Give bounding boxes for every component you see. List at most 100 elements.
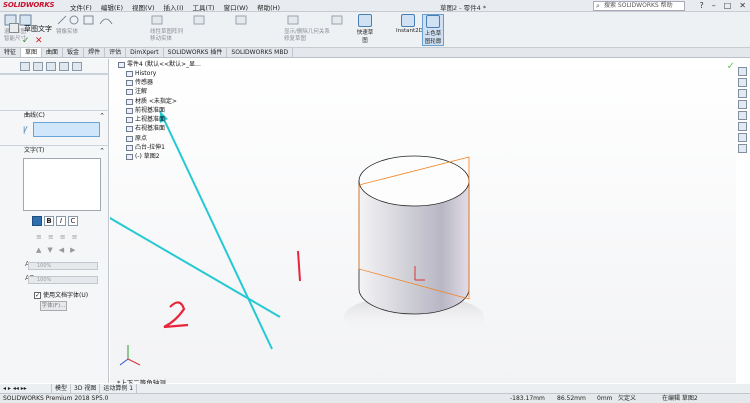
appearances-icon[interactable] [738,111,747,120]
ok-check-icon[interactable]: ✓ [22,36,30,46]
tree-item-right-plane[interactable]: 右视基准面 [126,124,165,133]
maximize-icon[interactable]: □ [724,1,732,10]
tab-mbd[interactable]: SOLIDWORKS MBD [227,48,294,57]
width-factor-input[interactable]: 100% [28,262,98,270]
tree-item-material[interactable]: 材质 <未指定> [126,97,177,106]
flip-vertical-icon[interactable]: ▲ [36,246,41,254]
design-library-icon[interactable] [738,78,747,87]
minimize-icon[interactable]: – [712,1,716,10]
tree-item-origin[interactable]: 原点 [126,134,147,143]
tab-addins[interactable]: SOLIDWORKS 插件 [164,48,228,57]
ribbon-group-patterns[interactable]: 线性草图阵列 移动实体 [150,14,290,46]
tree-item-annotations[interactable]: 注解 [126,87,147,96]
shaded-contours-label: 上色草图轮廓 [424,31,442,45]
bold-button[interactable]: B [44,216,54,226]
close-icon[interactable]: ✕ [739,1,746,10]
tab-evaluate[interactable]: 评估 [105,48,127,57]
tree-item-sensors[interactable]: 传感器 [126,78,153,87]
curves-section-header[interactable]: 曲线(C) ⌃ [0,110,109,120]
ribbon-group-entities[interactable]: 镜像实体 [56,14,146,46]
flip-vertical-alt-icon[interactable]: ▼ [47,246,52,254]
align-right-icon[interactable]: ≡ [60,233,66,241]
chevron-up-icon[interactable]: ⌃ [99,146,105,156]
menu-file[interactable]: 文件(F) [70,2,92,12]
ribbon-group-relations[interactable]: 显示/删除几何关系 修复草图 [284,14,354,46]
task-pane-bar [737,67,749,177]
confirm-check-icon[interactable]: ✓ [727,61,735,72]
plane-icon [126,107,133,114]
ribbon-label-move: 移动实体 [150,36,173,42]
tab-surfaces[interactable]: 曲面 [42,48,64,57]
view-palette-icon[interactable] [738,100,747,109]
help-search-input[interactable]: ⌕ 搜索 SOLIDWORKS 帮助 [593,1,685,11]
dimxpert-tab-icon[interactable] [59,62,69,71]
instant2d-label: Instant2D [396,28,423,34]
rotate-button[interactable]: C [68,216,78,226]
tree-item-label: 注解 [135,88,148,95]
solidworks-resources-icon[interactable] [738,144,747,153]
tab-motion-study[interactable]: 运动算例 1 [100,384,138,393]
tree-item-history[interactable]: History [126,69,156,78]
menu-view[interactable]: 视图(V) [132,2,155,12]
tab-dimxpert[interactable]: DimXpert [126,48,164,57]
menu-window[interactable]: 窗口(W) [224,2,249,12]
menu-help[interactable]: 帮助(H) [257,2,280,12]
spacing-input[interactable]: 100% [28,276,98,284]
tree-item-label: 前视基准面 [135,107,166,114]
material-icon [126,98,133,105]
tab-sheet-metal[interactable]: 钣金 [63,48,85,57]
custom-properties-icon[interactable] [738,122,747,131]
sensor-icon [126,79,133,86]
document-title: 草图2 - 零件4 * [440,4,487,12]
panel-tabs [20,62,82,71]
forum-icon[interactable] [738,133,747,142]
tree-item-sketch2[interactable]: (-) 草图2 [126,152,160,161]
display-manager-tab-icon[interactable] [72,62,82,71]
tree-root[interactable]: 零件4 (默认<<默认>_显... [118,60,201,69]
feature-manager-tab-icon[interactable] [20,62,30,71]
tab-3d-views[interactable]: 3D 视图 [71,384,101,393]
status-mode: 在编辑 草图2 [662,395,698,402]
config-manager-tab-icon[interactable] [46,62,56,71]
property-manager-tab-icon[interactable] [33,62,43,71]
help-icon[interactable]: ? [699,1,703,10]
alignment-toolbar: ≡ ≡ ≡ ≡ [36,233,78,241]
ribbon-label-relations: 显示/删除几何关系 [284,29,330,35]
tab-nav-arrows[interactable]: ◂ ▸ ◂◂ ▸▸ [0,384,52,393]
tree-item-top-plane[interactable]: 上视基准面 [126,115,165,124]
shaded-sketch-contours-button[interactable]: 上色草图轮廓 [422,14,444,46]
tree-item-label: 原点 [135,135,148,142]
menu-insert[interactable]: 插入(I) [164,2,184,12]
tab-sketch[interactable]: 草图 [21,48,43,57]
cancel-x-icon[interactable]: ✕ [35,36,43,46]
menu-edit[interactable]: 编辑(E) [101,2,123,12]
menu-tools[interactable]: 工具(T) [193,2,215,12]
text-section-header[interactable]: 文字(T) ⌃ [0,145,109,155]
sketch-icon [126,153,133,160]
tree-item-boss-extrude[interactable]: 凸台-拉伸1 [126,143,165,152]
flip-horizontal-icon[interactable]: ◀ [59,246,64,254]
use-document-font-checkbox[interactable]: ✓ 使用文档字体(U) [34,290,88,299]
justify-icon[interactable]: ≡ [72,233,78,241]
align-left-icon[interactable]: ≡ [36,233,42,241]
tree-item-front-plane[interactable]: 前视基准面 [126,106,165,115]
sketch-text-input[interactable] [23,158,101,211]
rapid-sketch-button[interactable]: 快速草图 [355,14,375,44]
tab-weldments[interactable]: 焊件 [84,48,106,57]
graphics-viewport[interactable]: ✓ [59,59,736,383]
color-swatch-icon[interactable] [32,216,42,226]
use-document-font-label: 使用文档字体(U) [43,292,89,299]
tree-item-label: (-) 草图2 [135,153,160,160]
curve-selection-box[interactable] [33,122,100,137]
file-explorer-icon[interactable] [738,89,747,98]
align-center-icon[interactable]: ≡ [48,233,54,241]
chevron-up-icon[interactable]: ⌃ [99,111,105,121]
resources-icon[interactable] [738,67,747,76]
tab-features[interactable]: 特征 [0,48,22,57]
instant2d-button[interactable]: Instant2D [396,14,423,34]
tab-model[interactable]: 模型 [52,384,72,393]
triad-z-axis [119,358,129,366]
flip-horizontal-alt-icon[interactable]: ▶ [70,246,75,254]
status-x: -183.17mm [510,395,545,402]
italic-button[interactable]: I [56,216,66,226]
